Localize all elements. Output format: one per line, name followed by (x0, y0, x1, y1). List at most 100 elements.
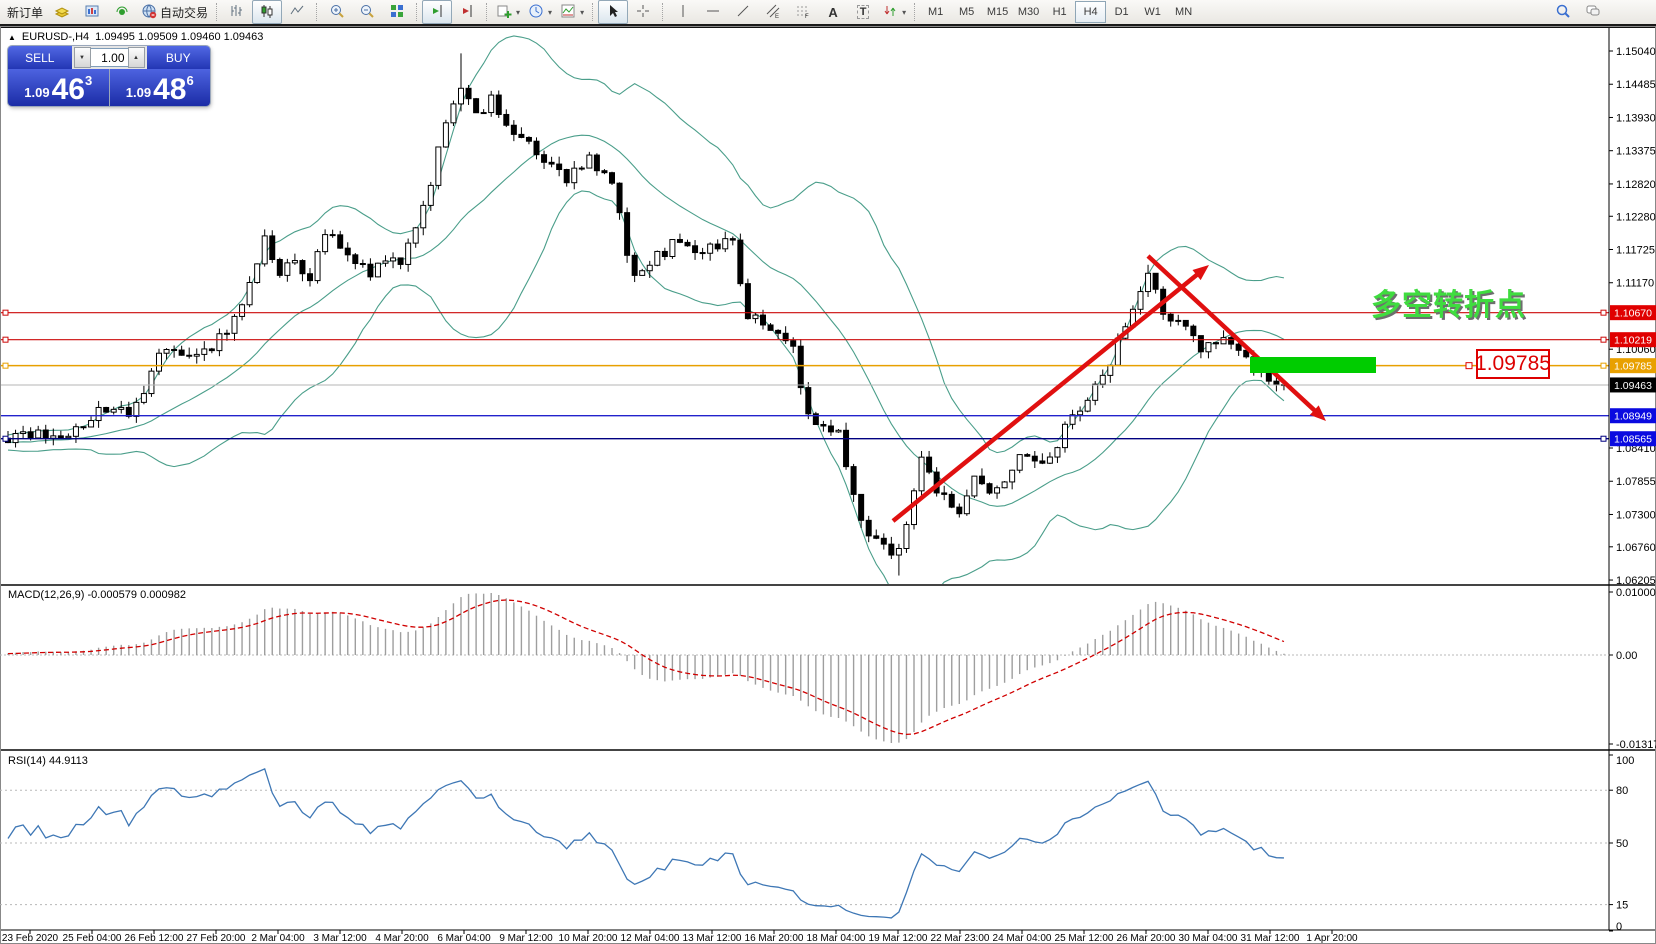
fibonacci-icon: F (795, 3, 811, 22)
ohlc-values: 1.09495 1.09509 1.09460 1.09463 (95, 31, 263, 43)
svg-text:23 Feb 2020: 23 Feb 2020 (2, 933, 59, 944)
svg-text:100: 100 (1616, 755, 1634, 767)
chart-bars-button[interactable] (222, 0, 252, 24)
buy-button[interactable]: BUY (147, 46, 211, 69)
price-tag-label[interactable]: 1.09785 (1476, 349, 1550, 379)
search-icon (1555, 3, 1571, 22)
svg-text:30 Mar 04:00: 30 Mar 04:00 (1179, 933, 1238, 944)
fibonacci-tool-button[interactable]: F (788, 0, 818, 24)
svg-text:0: 0 (1616, 921, 1622, 933)
cursor-icon (605, 3, 621, 22)
hline-tool-button[interactable] (698, 0, 728, 24)
sell-price-display[interactable]: 1.09 46 3 (8, 69, 109, 106)
macd-indicator-label: MACD(12,26,9) -0.000579 0.000982 (8, 589, 186, 601)
svg-text:4 Mar 20:00: 4 Mar 20:00 (375, 933, 429, 944)
rsi-indicator-label: RSI(14) 44.9113 (8, 755, 88, 767)
bar-window-icon (84, 3, 100, 22)
market-watch-button[interactable] (47, 0, 77, 24)
search-button[interactable] (1548, 0, 1578, 24)
new-chart-button[interactable]: ▾ (492, 0, 524, 24)
chart-canvas[interactable]: 1.150401.144851.139301.133751.128201.122… (0, 0, 1656, 944)
chat-button[interactable] (1578, 0, 1608, 24)
timeframe-m30[interactable]: M30 (1013, 1, 1044, 23)
timeframe-m15[interactable]: M15 (982, 1, 1013, 23)
timeframe-w1[interactable]: W1 (1137, 1, 1168, 23)
tile-windows-button[interactable] (382, 0, 412, 24)
indicators-button[interactable]: ▾ (556, 0, 588, 24)
layers-icon (54, 3, 70, 22)
chevron-down-icon: ▾ (902, 8, 906, 17)
auto-trading-button[interactable]: 自动交易 (137, 0, 212, 24)
auto-trading-globe-icon (141, 3, 157, 22)
candlestick-icon (259, 3, 275, 22)
signals-button[interactable] (107, 0, 137, 24)
svg-text:1.08565: 1.08565 (1614, 434, 1652, 446)
svg-text:27 Feb 20:00: 27 Feb 20:00 (187, 933, 246, 944)
vertical-line-icon (675, 3, 691, 22)
text-tool-icon: A (828, 5, 837, 20)
text-tool-button[interactable]: A (818, 0, 848, 24)
line-chart-icon (289, 3, 305, 22)
timeframe-d1[interactable]: D1 (1106, 1, 1137, 23)
chart-line-button[interactable] (282, 0, 312, 24)
crosshair-icon (635, 3, 651, 22)
buy-price-display[interactable]: 1.09 48 6 (110, 69, 211, 106)
svg-text:1.10219: 1.10219 (1614, 335, 1652, 347)
channel-tool-button[interactable]: E (758, 0, 788, 24)
timeframe-m1[interactable]: M1 (920, 1, 951, 23)
buy-price-pip: 6 (186, 73, 193, 88)
cursor-tool-button[interactable] (598, 0, 628, 24)
buy-price-big: 48 (153, 75, 186, 105)
arrows-tool-button[interactable]: ▾ (878, 0, 910, 24)
chevron-down-icon: ▾ (580, 8, 584, 17)
clock-icon (528, 3, 544, 22)
svg-text:E: E (775, 14, 779, 19)
volume-increase-button[interactable]: ▲ (128, 47, 145, 68)
toolbar: 新订单 自动交易 ▾ ▾ ▾ E F A T ▾ M (0, 0, 1656, 26)
svg-text:9 Mar 12:00: 9 Mar 12:00 (499, 933, 553, 944)
sell-button[interactable]: SELL (8, 46, 72, 69)
svg-text:10 Mar 20:00: 10 Mar 20:00 (559, 933, 618, 944)
toolbar-separator (662, 3, 664, 21)
svg-text:1.07300: 1.07300 (1616, 509, 1656, 521)
vline-tool-button[interactable] (668, 0, 698, 24)
chart-shift-button[interactable] (452, 0, 482, 24)
label-tool-icon: T (857, 5, 870, 19)
terminal-button[interactable] (77, 0, 107, 24)
signal-icon (114, 3, 130, 22)
volume-input[interactable] (91, 48, 128, 67)
arrows-tool-icon (882, 3, 898, 22)
crosshair-tool-button[interactable] (628, 0, 658, 24)
svg-text:1 Apr 20:00: 1 Apr 20:00 (1306, 933, 1358, 944)
timeframe-h4[interactable]: H4 (1075, 1, 1106, 23)
collapse-panel-icon[interactable]: ▲ (8, 33, 16, 42)
trendline-icon (735, 3, 751, 22)
svg-text:1.09463: 1.09463 (1614, 380, 1652, 392)
chevron-down-icon: ▾ (516, 8, 520, 17)
buy-price-prefix: 1.09 (126, 85, 151, 100)
new-chart-icon (496, 3, 512, 22)
chart-candles-button[interactable] (252, 0, 282, 24)
zoom-in-button[interactable] (322, 0, 352, 24)
chart-title: ▲ EURUSD-,H4 1.09495 1.09509 1.09460 1.0… (8, 31, 263, 43)
auto-trading-label: 自动交易 (160, 4, 208, 21)
timeframe-mn[interactable]: MN (1168, 1, 1199, 23)
turning-point-annotation[interactable]: 多空转折点 (1371, 280, 1526, 324)
volume-decrease-button[interactable]: ▼ (74, 47, 91, 68)
zoom-out-button[interactable] (352, 0, 382, 24)
periods-button[interactable]: ▾ (524, 0, 556, 24)
auto-scroll-button[interactable] (422, 0, 452, 24)
one-click-trading-panel: SELL ▼ ▲ BUY 1.09 46 3 1.09 48 6 (8, 46, 210, 106)
timeframe-h1[interactable]: H1 (1044, 1, 1075, 23)
svg-text:1.09785: 1.09785 (1614, 361, 1652, 373)
label-tool-button[interactable]: T (848, 0, 878, 24)
timeframe-m5[interactable]: M5 (951, 1, 982, 23)
svg-text:1.11170: 1.11170 (1616, 278, 1654, 290)
trendline-tool-button[interactable] (728, 0, 758, 24)
svg-text:1.12820: 1.12820 (1616, 179, 1656, 191)
svg-text:19 Mar 12:00: 19 Mar 12:00 (869, 933, 928, 944)
svg-text:3 Mar 12:00: 3 Mar 12:00 (313, 933, 367, 944)
symbol-period-label: EURUSD-,H4 (22, 31, 89, 43)
new-order-button[interactable]: 新订单 (3, 0, 47, 24)
svg-text:80: 80 (1616, 785, 1628, 797)
